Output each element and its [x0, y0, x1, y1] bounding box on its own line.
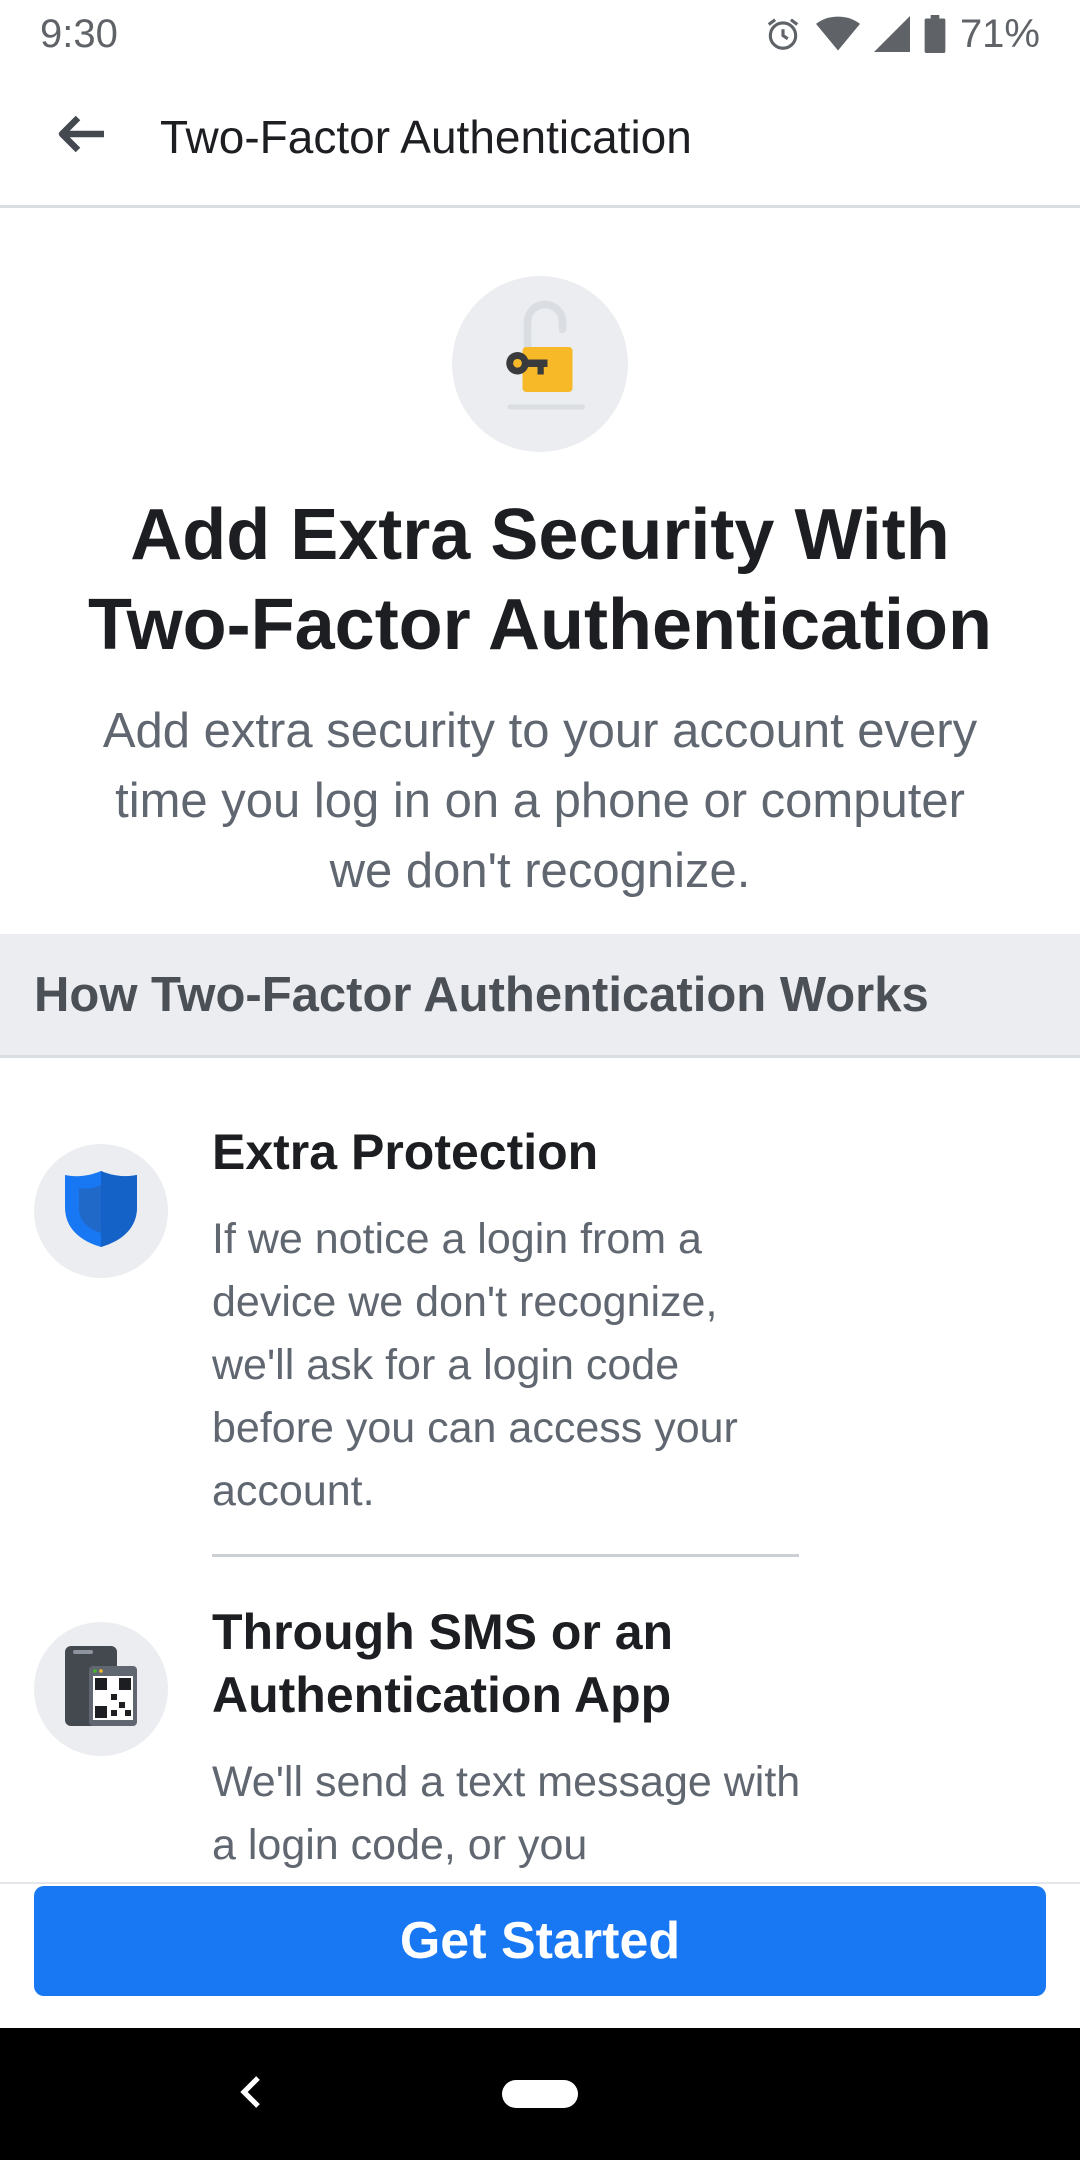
status-bar: 9:30 71% [0, 0, 1080, 68]
shield-icon [61, 1167, 141, 1256]
status-icons: 71% [764, 12, 1040, 57]
divider [212, 1554, 799, 1557]
section-header: How Two-Factor Authentication Works [0, 934, 1080, 1058]
arrow-left-icon [56, 114, 104, 159]
cta-container: Get Started [0, 1882, 1080, 2028]
feature-title: Extra Protection [212, 1124, 599, 1180]
feature-description: If we notice a login from a device we do… [212, 1215, 738, 1515]
system-nav-bar [0, 2028, 1080, 2160]
cell-signal-icon [873, 16, 910, 52]
feature-description: We'll send a text message with a login c… [212, 1758, 801, 1869]
screen: 9:30 71% Two-Factor Authentication Add E… [0, 0, 1080, 2160]
back-button[interactable] [0, 67, 160, 207]
feature-icon-circle [34, 1622, 168, 1756]
battery-percent: 71% [959, 11, 1040, 56]
feature-body: Extra Protection If we notice a login fr… [212, 1121, 802, 1523]
battery-icon [924, 15, 946, 53]
wifi-icon [815, 15, 860, 53]
chevron-left-icon [238, 2074, 262, 2115]
section-header-label: How Two-Factor Authentication Works [34, 967, 929, 1022]
padlock-key-icon [490, 297, 590, 432]
feature-body: Through SMS or an Authentication App We'… [212, 1601, 802, 1877]
status-time: 9:30 [40, 11, 118, 56]
page-title: Two-Factor Authentication [160, 110, 692, 163]
nav-back-button[interactable] [220, 2064, 280, 2124]
hero-subtitle: Add extra security to your account every… [102, 704, 978, 898]
feature-title: Through SMS or an Authentication App [212, 1604, 674, 1723]
app-bar: Two-Factor Authentication [0, 68, 1080, 208]
feature-icon-circle [34, 1144, 168, 1278]
hero-title: Add Extra Security With Two-Factor Authe… [88, 495, 992, 665]
alarm-icon [764, 15, 802, 53]
get-started-button[interactable]: Get Started [34, 1886, 1046, 1996]
hero-icon-circle [452, 276, 628, 452]
nav-home-button[interactable] [502, 2080, 578, 2108]
phone-qr-code-icon [61, 1642, 141, 1737]
